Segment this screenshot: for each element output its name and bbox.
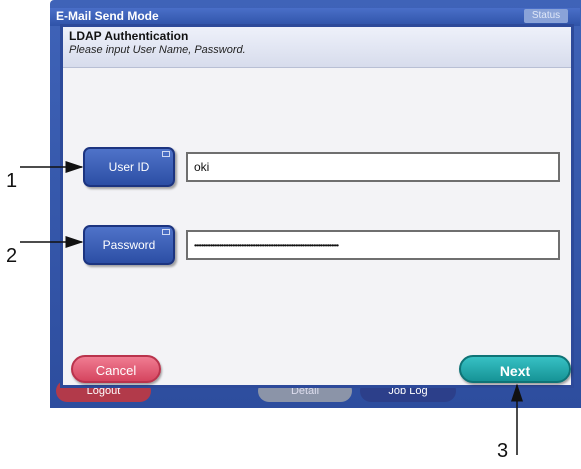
callout-1: 1	[6, 170, 18, 192]
callout-3: 3	[497, 440, 509, 462]
callout-2: 2	[6, 245, 18, 267]
callout-arrows	[20, 161, 523, 455]
